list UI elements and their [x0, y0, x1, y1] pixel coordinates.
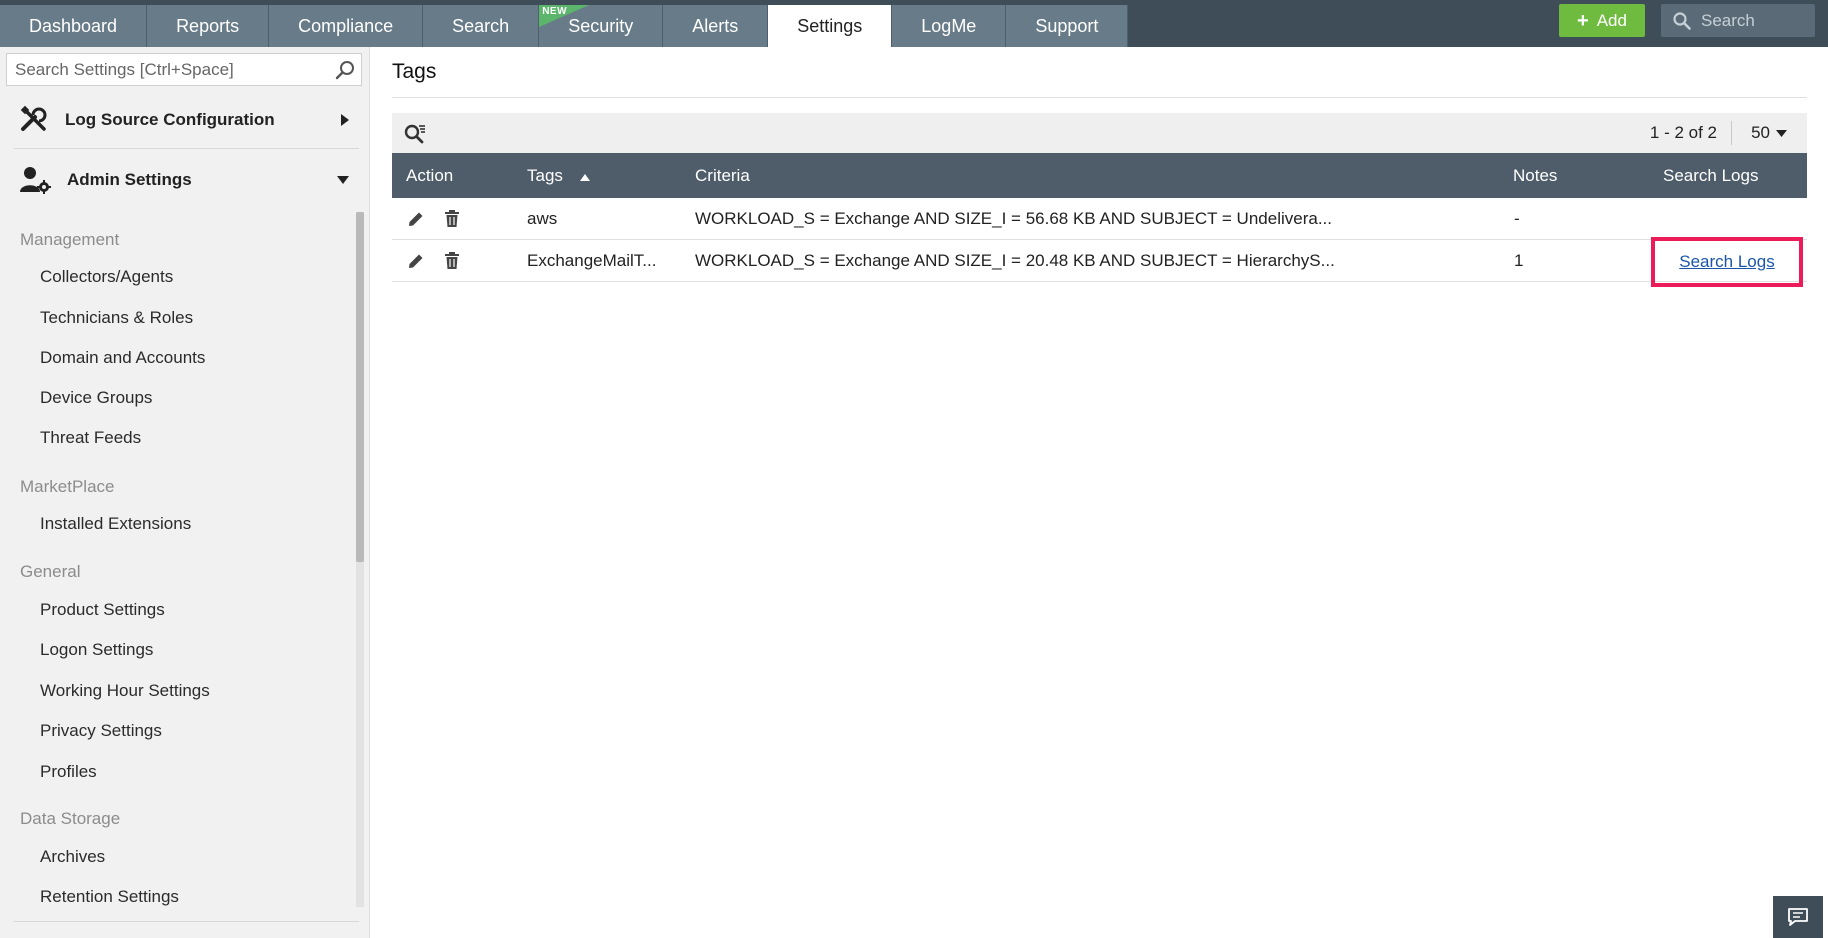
page-title: Tags: [392, 60, 437, 83]
tab-label: Reports: [176, 16, 240, 36]
nav-item-working-hour-settings[interactable]: Working Hour Settings: [40, 681, 210, 701]
tools-icon: [20, 105, 47, 131]
tab-label: Alerts: [692, 16, 739, 36]
column-search-logs: Search Logs: [1663, 166, 1759, 185]
global-search-placeholder: Search: [1701, 10, 1755, 30]
edit-icon[interactable]: [407, 210, 425, 233]
add-button-label: Add: [1596, 10, 1627, 30]
group-log-source-configuration[interactable]: Log Source Configuration: [14, 91, 359, 149]
table-row: aws WORKLOAD_S = Exchange AND SIZE_I = 5…: [392, 198, 1807, 240]
tag-name: aws: [527, 209, 558, 228]
plus-icon: +: [1577, 9, 1589, 32]
search-logs-link[interactable]: Search Logs: [1679, 252, 1774, 272]
tab-support[interactable]: Support: [1006, 5, 1129, 47]
column-criteria[interactable]: Criteria: [695, 153, 750, 198]
section-data-storage: Data Storage: [20, 809, 121, 828]
chat-icon: [1788, 908, 1808, 926]
pagination-info: 1 - 2 of 2: [1649, 123, 1717, 142]
search-icon[interactable]: [329, 60, 361, 80]
tab-compliance[interactable]: Compliance: [269, 5, 424, 47]
new-badge: NEW: [542, 6, 568, 17]
table-header: Action Tags Criteria Notes Search Logs: [392, 153, 1807, 198]
nav-item-threat-feeds[interactable]: Threat Feeds: [40, 428, 141, 448]
table-toolbar: 1 - 2 of 2 50: [392, 113, 1807, 153]
chevron-right-icon: [341, 113, 349, 126]
rows-per-page-select[interactable]: 50: [1751, 123, 1787, 143]
tag-criteria: WORKLOAD_S = Exchange AND SIZE_I = 56.68…: [695, 209, 1332, 228]
title-divider: [392, 97, 1807, 98]
tab-search[interactable]: Search: [423, 5, 540, 47]
caret-down-icon: [1776, 129, 1787, 137]
tab-label: Dashboard: [29, 16, 118, 36]
settings-search-input[interactable]: [7, 54, 329, 85]
nav-item-privacy-settings[interactable]: Privacy Settings: [40, 721, 162, 741]
nav-item-collectors-agents[interactable]: Collectors/Agents: [40, 267, 173, 287]
filter-search-icon[interactable]: [404, 124, 426, 149]
column-action: Action: [406, 166, 454, 185]
table-row: ExchangeMailT... WORKLOAD_S = Exchange A…: [392, 237, 1807, 287]
top-nav-bar: Dashboard Reports Compliance Search NEW …: [0, 0, 1828, 47]
settings-search-box: [6, 53, 362, 86]
nav-item-product-settings[interactable]: Product Settings: [40, 600, 165, 620]
nav-item-domain-accounts[interactable]: Domain and Accounts: [40, 348, 205, 368]
section-management: Management: [20, 230, 120, 249]
column-tags-label: Tags: [527, 166, 563, 185]
column-notes[interactable]: Notes: [1513, 153, 1557, 198]
column-tags[interactable]: Tags: [527, 153, 590, 198]
tab-settings[interactable]: Settings: [768, 5, 893, 47]
search-logs-highlight: Search Logs: [1651, 237, 1803, 287]
group-label: Log Source Configuration: [65, 109, 275, 129]
sidebar-divider: [14, 921, 359, 922]
tab-logme[interactable]: LogMe: [892, 5, 1007, 47]
sidebar-scrollbar[interactable]: [356, 212, 364, 907]
group-admin-settings[interactable]: Admin Settings: [14, 151, 359, 209]
tag-criteria: WORKLOAD_S = Exchange AND SIZE_I = 20.48…: [695, 251, 1335, 270]
settings-sidebar: Log Source Configuration Admin Settings …: [0, 47, 370, 938]
global-search-input[interactable]: Search: [1661, 4, 1815, 37]
sidebar-scroll-thumb[interactable]: [356, 212, 364, 562]
tag-notes: -: [1514, 209, 1520, 228]
tag-name: ExchangeMailT...: [527, 251, 657, 270]
tab-label: LogMe: [921, 16, 977, 36]
delete-icon[interactable]: [444, 210, 460, 233]
delete-icon[interactable]: [444, 252, 460, 275]
nav-item-technicians-roles[interactable]: Technicians & Roles: [40, 308, 193, 328]
nav-item-installed-extensions[interactable]: Installed Extensions: [40, 514, 191, 534]
section-general: General: [20, 562, 81, 581]
nav-item-archives[interactable]: Archives: [40, 847, 105, 867]
tab-security[interactable]: NEW Security: [539, 5, 664, 47]
tab-label: Compliance: [298, 16, 394, 36]
sort-ascending-icon: [579, 174, 590, 181]
user-gear-icon: [20, 167, 51, 194]
nav-item-logon-settings[interactable]: Logon Settings: [40, 640, 153, 660]
tab-reports[interactable]: Reports: [147, 5, 270, 47]
nav-item-retention-settings[interactable]: Retention Settings: [40, 887, 179, 907]
chat-button[interactable]: [1773, 896, 1823, 938]
section-marketplace: MarketPlace: [20, 477, 115, 496]
tab-alerts[interactable]: Alerts: [663, 5, 769, 47]
add-button[interactable]: + Add: [1559, 4, 1645, 37]
tab-label: Support: [1035, 16, 1099, 36]
nav-item-device-groups[interactable]: Device Groups: [40, 388, 152, 408]
nav-item-profiles[interactable]: Profiles: [40, 762, 97, 782]
tab-label: Settings: [797, 16, 863, 36]
tab-label: Search: [452, 16, 510, 36]
search-icon: [1673, 11, 1691, 30]
tag-notes: 1: [1514, 251, 1524, 270]
chevron-down-icon: [337, 176, 349, 184]
main-tabs: Dashboard Reports Compliance Search NEW …: [0, 5, 1129, 47]
toolbar-separator: [1731, 121, 1732, 145]
group-label: Admin Settings: [67, 170, 192, 189]
tab-dashboard[interactable]: Dashboard: [0, 5, 148, 47]
rows-per-page-value: 50: [1751, 123, 1770, 142]
edit-icon[interactable]: [407, 252, 425, 275]
